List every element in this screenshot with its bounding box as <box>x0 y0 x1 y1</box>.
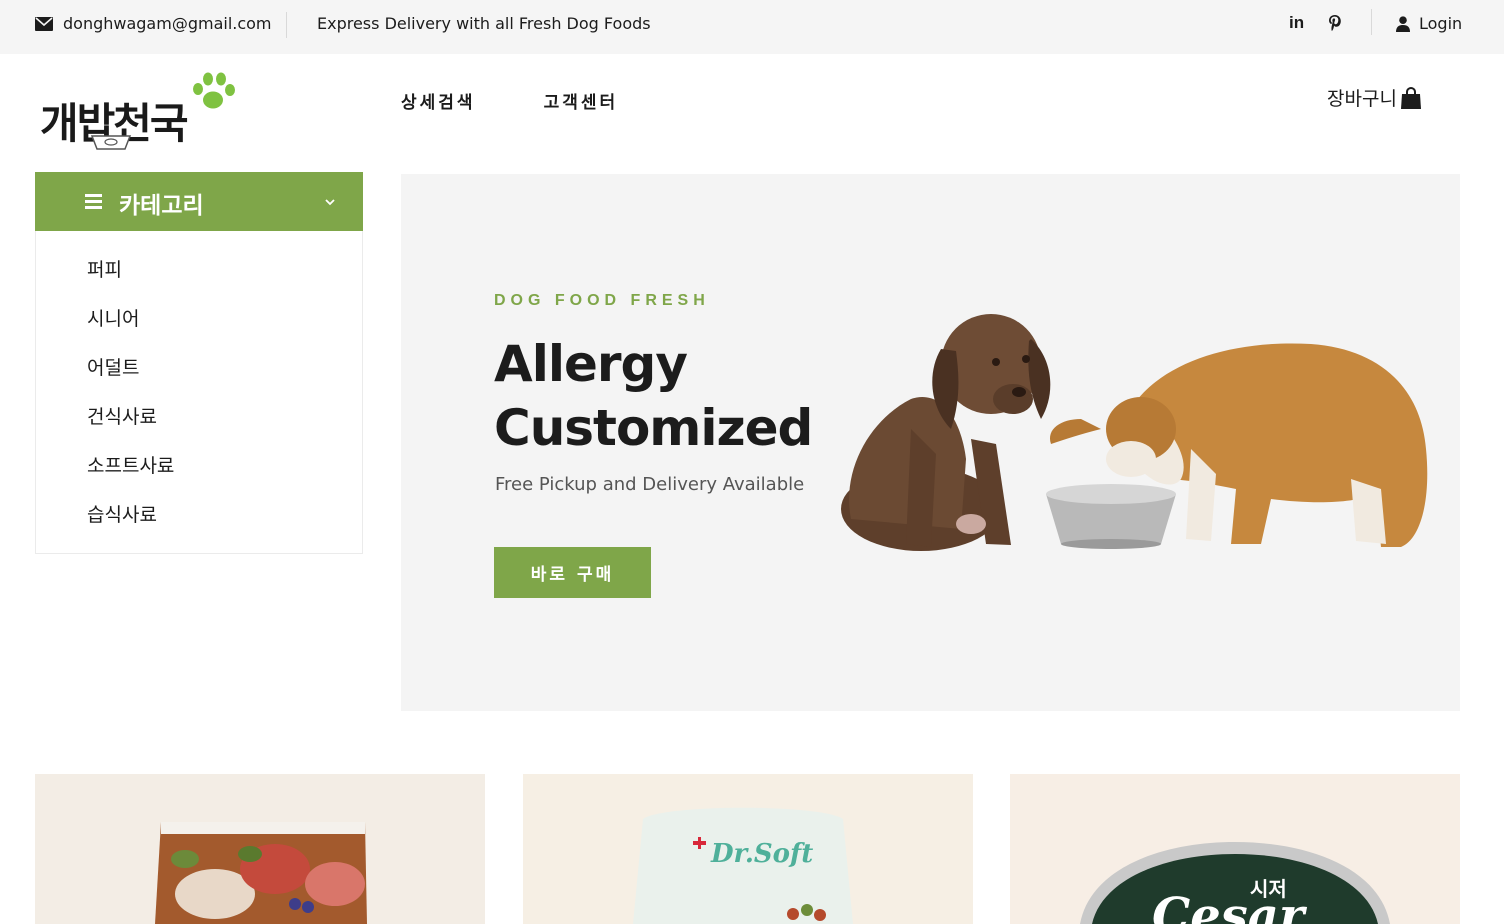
envelope-icon <box>35 16 53 31</box>
category-item-puppy[interactable]: 퍼피 <box>36 255 362 304</box>
hero-banner: DOG FOOD FRESH Allergy Customized Free P… <box>401 174 1460 711</box>
category-item-wet-food[interactable]: 습식사료 <box>36 500 362 549</box>
chevron-down-icon <box>325 199 335 206</box>
hero-title-line1: Allergy <box>494 335 688 393</box>
hero-kicker: DOG FOOD FRESH <box>494 292 710 309</box>
category-item-senior[interactable]: 시니어 <box>36 304 362 353</box>
cart-label: 장바구니 <box>1327 88 1397 110</box>
product-image: 시저 Cesar <box>1010 774 1460 924</box>
social-links: in <box>1289 13 1342 33</box>
contact-email[interactable]: donghwagam@gmail.com <box>35 14 272 33</box>
nav-advanced-search[interactable]: 상세검색 <box>401 88 476 113</box>
pinterest-icon[interactable] <box>1328 14 1342 32</box>
delivery-tagline: Express Delivery with all Fresh Dog Food… <box>317 14 651 33</box>
hero-dogs-image <box>841 314 1428 551</box>
product-card[interactable] <box>35 774 485 924</box>
top-bar: donghwagam@gmail.com Express Delivery wi… <box>0 0 1504 54</box>
bowl-icon <box>90 135 132 150</box>
login-label: Login <box>1419 14 1463 33</box>
topbar-divider <box>1371 9 1372 35</box>
buy-now-button[interactable]: 바로 구매 <box>494 547 651 598</box>
product-card[interactable]: Dr.Soft <box>523 774 973 924</box>
product-brand-text: Dr.Soft <box>710 839 813 869</box>
user-icon <box>1396 15 1410 32</box>
topbar-divider <box>286 12 287 38</box>
site-logo[interactable]: 개밥천국 <box>38 72 238 152</box>
cart-link[interactable]: 장바구니 <box>1327 84 1423 111</box>
category-item-adult[interactable]: 어덜트 <box>36 353 362 402</box>
shopping-bag-icon <box>1400 86 1421 109</box>
product-brand-text: Cesar <box>1152 888 1308 924</box>
paw-icon <box>193 72 235 109</box>
linkedin-icon[interactable]: in <box>1289 13 1304 33</box>
product-card[interactable]: 시저 Cesar <box>1010 774 1460 924</box>
category-list: 퍼피 시니어 어덜트 건식사료 소프트사료 습식사료 <box>35 231 363 554</box>
category-toggle[interactable]: 카테고리 <box>35 172 363 231</box>
hamburger-icon <box>85 194 102 209</box>
category-title: 카테고리 <box>119 193 204 219</box>
hero-title-line2: Customized <box>494 399 813 457</box>
main-nav: 상세검색 고객센터 <box>401 88 618 113</box>
product-image <box>35 774 485 924</box>
product-image: Dr.Soft <box>523 774 973 924</box>
login-link[interactable]: Login <box>1396 14 1462 33</box>
contact-email-text: donghwagam@gmail.com <box>63 14 272 33</box>
category-item-dry-food[interactable]: 건식사료 <box>36 402 362 451</box>
hero-subtitle: Free Pickup and Delivery Available <box>495 474 805 495</box>
hero-title: Allergy Customized <box>494 332 813 460</box>
category-item-soft-food[interactable]: 소프트사료 <box>36 451 362 500</box>
nav-customer-center[interactable]: 고객센터 <box>544 88 619 113</box>
